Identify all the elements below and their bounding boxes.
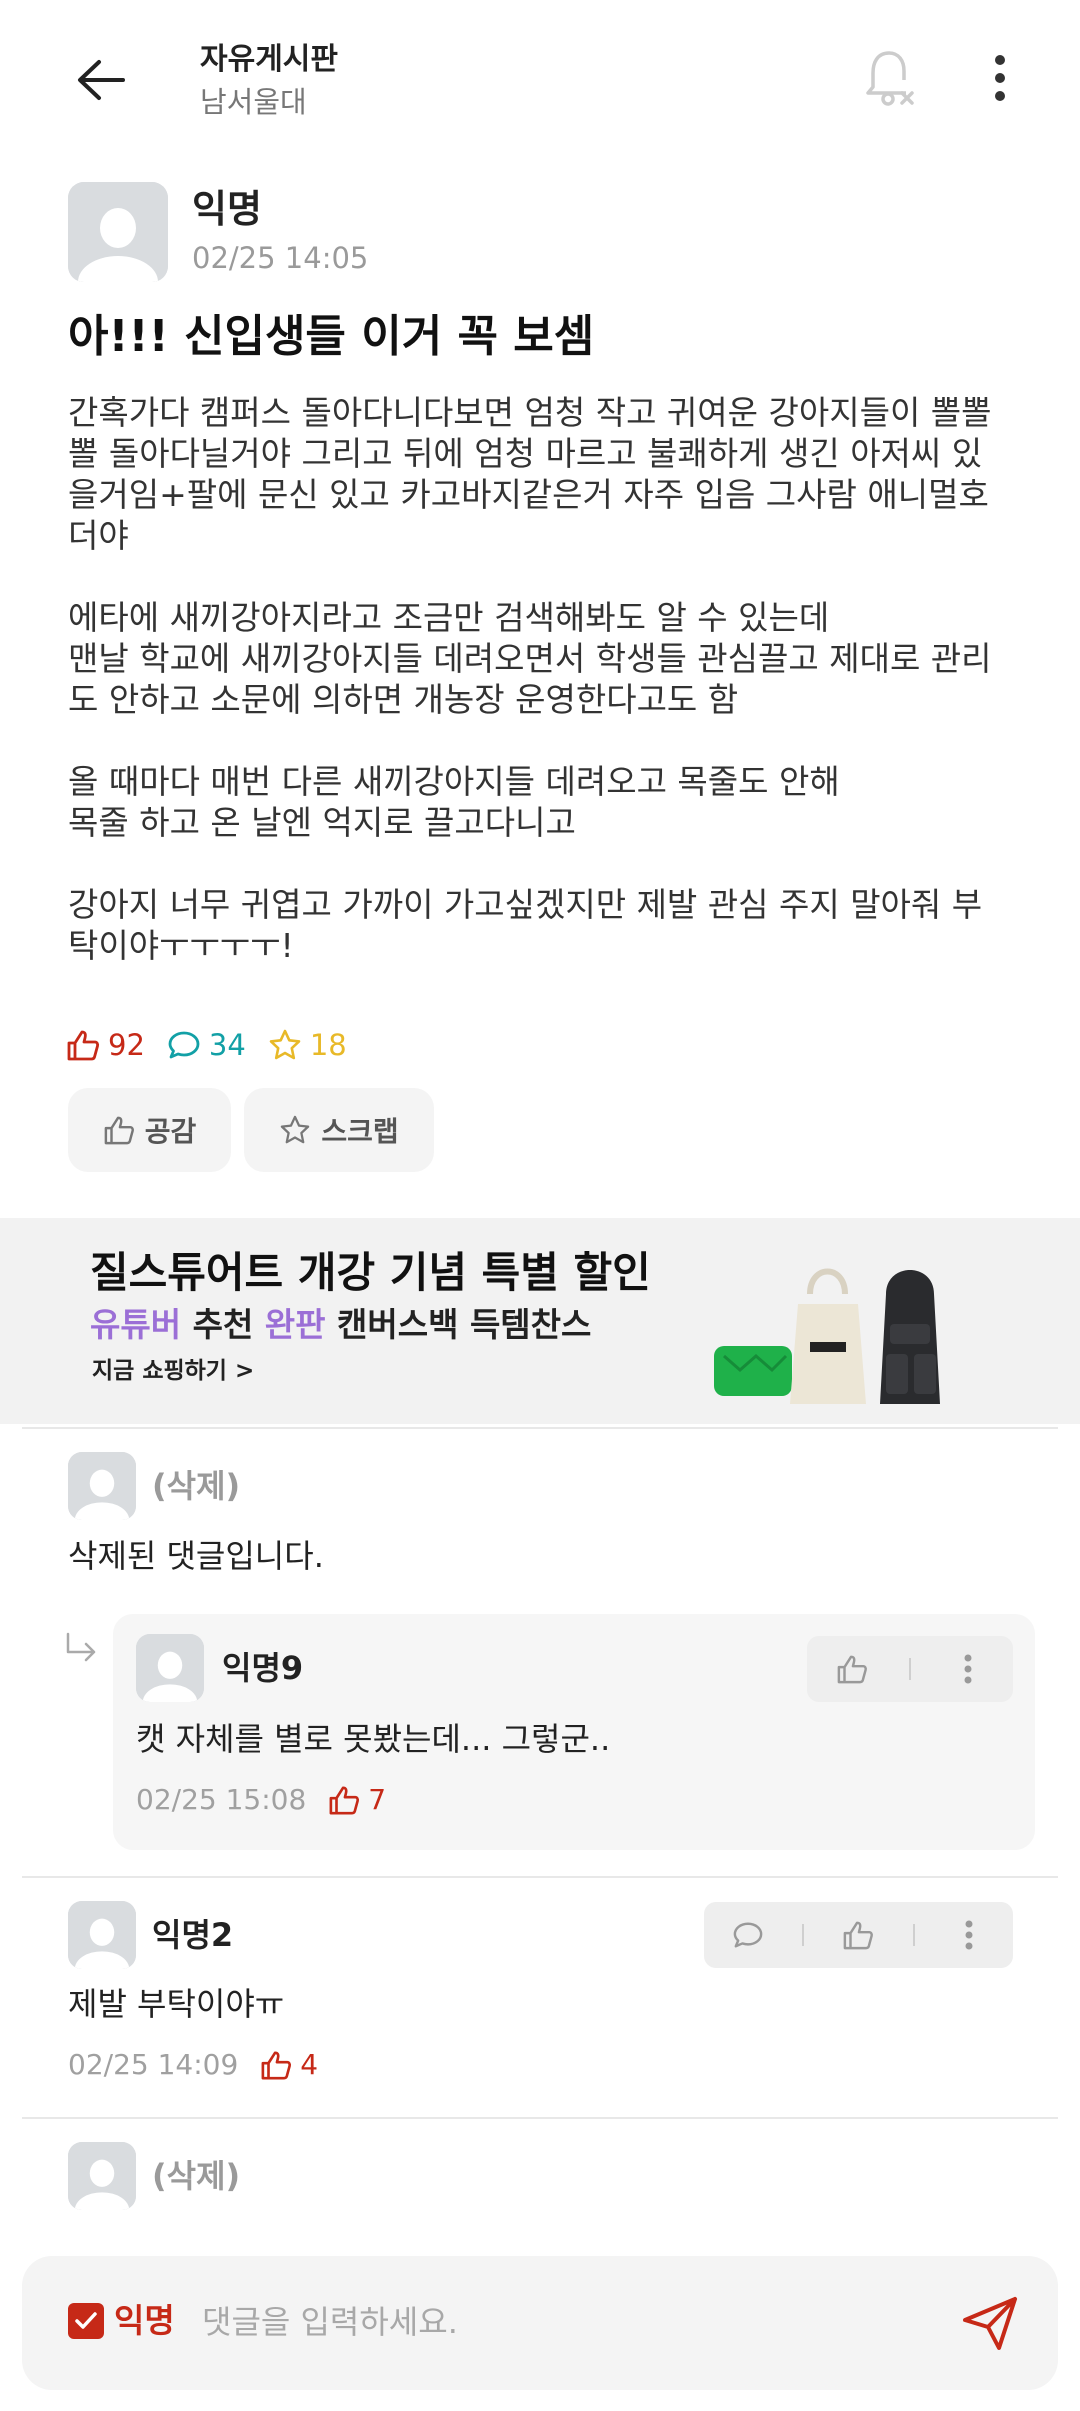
- separator: [802, 1924, 805, 1946]
- default-avatar-icon: [68, 2142, 136, 2210]
- comment-composer: 익명: [22, 2256, 1058, 2390]
- speech-bubble-icon: [168, 1031, 200, 1059]
- reply-button[interactable]: [715, 1902, 781, 1968]
- comment-time: 02/25 14:09: [68, 2048, 239, 2081]
- comment-like-count: 4: [300, 2048, 319, 2081]
- post-body: 간혹가다 캠퍼스 돌아다니다보면 엄청 작고 귀여운 강아지들이 뽈뽈 뽈 돌아…: [68, 393, 992, 965]
- scrap-count-value: 18: [309, 1028, 347, 1062]
- send-button[interactable]: [952, 2286, 1028, 2362]
- author-avatar: [68, 182, 168, 282]
- comment-input[interactable]: [202, 2292, 942, 2352]
- comment-avatar: [136, 1634, 204, 1702]
- comment-avatar: [68, 1452, 136, 1520]
- scrap-button-label: 스크랩: [321, 1115, 399, 1148]
- comment-more-button[interactable]: [935, 1636, 1001, 1702]
- comment-like-button[interactable]: [819, 1636, 885, 1702]
- arrow-left-icon: [78, 60, 125, 100]
- comment-more-button[interactable]: [936, 1902, 1002, 1968]
- comment-likes: 4: [260, 2047, 318, 2083]
- bell-off-icon: [866, 51, 914, 106]
- school-name: 남서울대: [200, 85, 307, 119]
- comment-author: 익명9: [222, 1649, 304, 1687]
- notification-off-button[interactable]: [850, 38, 930, 118]
- scrap-button[interactable]: 스크랩: [244, 1088, 434, 1172]
- like-button-label: 공감: [144, 1115, 197, 1148]
- divider: [22, 1427, 1058, 1429]
- more-vertical-icon: [995, 55, 1005, 101]
- thumbs-up-icon: [837, 1655, 867, 1684]
- comment-count: 34: [167, 1028, 246, 1062]
- comment-avatar: [68, 1901, 136, 1969]
- more-options-button[interactable]: [960, 38, 1040, 118]
- like-count: 92: [66, 1028, 145, 1062]
- anonymous-label[interactable]: 익명: [114, 2300, 175, 2342]
- comment-meta: 02/25 14:09 4: [68, 2047, 318, 2083]
- comment-tools: [704, 1902, 1013, 1968]
- speech-bubble-icon: [733, 1922, 763, 1948]
- comment-text: 제발 부탁이야ㅠ: [68, 1985, 285, 2023]
- post-stats: 92 34 18: [66, 1025, 369, 1065]
- comment-like-count: 7: [368, 1783, 387, 1816]
- ad-title: 질스튜어트 개강 기념 특별 할인: [90, 1248, 651, 1297]
- comment-count-value: 34: [208, 1028, 246, 1062]
- divider: [22, 2117, 1058, 2119]
- more-vertical-icon: [964, 1654, 972, 1684]
- ad-subtitle: 유튜버 추천 완판 캔버스백 득템찬스: [90, 1304, 591, 1346]
- comment-like-button[interactable]: [825, 1902, 891, 1968]
- top-bar: 자유게시판 남서울대: [0, 0, 1080, 150]
- default-avatar-icon: [68, 182, 168, 282]
- board-title: 자유게시판: [200, 42, 338, 77]
- divider: [22, 1876, 1058, 1878]
- star-icon: [281, 1115, 310, 1144]
- separator: [912, 1924, 915, 1946]
- checkmark-icon: [75, 2312, 97, 2329]
- ad-sub-text: 추천: [181, 1305, 265, 1344]
- post-time: 02/25 14:05: [192, 241, 369, 275]
- comment-likes: 7: [328, 1782, 386, 1818]
- bags-product-image: [714, 1268, 940, 1404]
- scrap-count: 18: [268, 1028, 347, 1062]
- thumbs-up-icon: [329, 1786, 360, 1815]
- default-avatar-icon: [136, 1634, 204, 1702]
- board-header: 자유게시판 남서울대: [200, 40, 338, 122]
- default-avatar-icon: [68, 1452, 136, 1520]
- comment-time: 02/25 15:08: [136, 1783, 307, 1816]
- separator: [909, 1658, 911, 1680]
- comment-meta: 02/25 15:08 7: [136, 1782, 386, 1818]
- more-vertical-icon: [965, 1920, 973, 1950]
- ad-shop-link[interactable]: 지금 쇼핑하기 >: [92, 1356, 254, 1386]
- thumbs-up-icon: [67, 1030, 100, 1061]
- default-avatar-icon: [68, 1901, 136, 1969]
- author-name: 익명: [192, 187, 262, 231]
- comment-author: (삭제): [152, 1467, 241, 1505]
- reply-arrow-icon: [66, 1632, 96, 1662]
- star-icon: [269, 1029, 301, 1060]
- ad-sub-rest: 캔버스백 득템찬스: [325, 1305, 592, 1344]
- reply-tools: [807, 1636, 1013, 1702]
- comment-text: 캣 자체를 별로 못봤는데... 그렇군..: [136, 1720, 611, 1758]
- comment-text: 삭제된 댓글입니다.: [68, 1537, 324, 1575]
- thumbs-up-icon: [261, 2051, 292, 2080]
- back-button[interactable]: [60, 40, 140, 120]
- comment-author: 익명2: [152, 1916, 234, 1954]
- anonymous-checkbox[interactable]: [68, 2303, 104, 2339]
- comment-avatar: [68, 2142, 136, 2210]
- ad-highlight-youtuber: 유튜버: [90, 1305, 182, 1344]
- send-icon: [963, 2297, 1017, 2350]
- post-title: 아!!! 신입생들 이거 꼭 보셈: [68, 311, 595, 362]
- like-count-value: 92: [108, 1028, 145, 1062]
- comment-author: (삭제): [152, 2157, 241, 2195]
- ad-highlight-soldout: 완판: [264, 1305, 326, 1344]
- ad-banner[interactable]: 질스튜어트 개강 기념 특별 할인 유튜버 추천 완판 캔버스백 득템찬스 지금…: [0, 1218, 1080, 1424]
- like-button[interactable]: 공감: [68, 1088, 231, 1172]
- thumbs-up-icon: [104, 1116, 134, 1145]
- thumbs-up-icon: [844, 1921, 874, 1950]
